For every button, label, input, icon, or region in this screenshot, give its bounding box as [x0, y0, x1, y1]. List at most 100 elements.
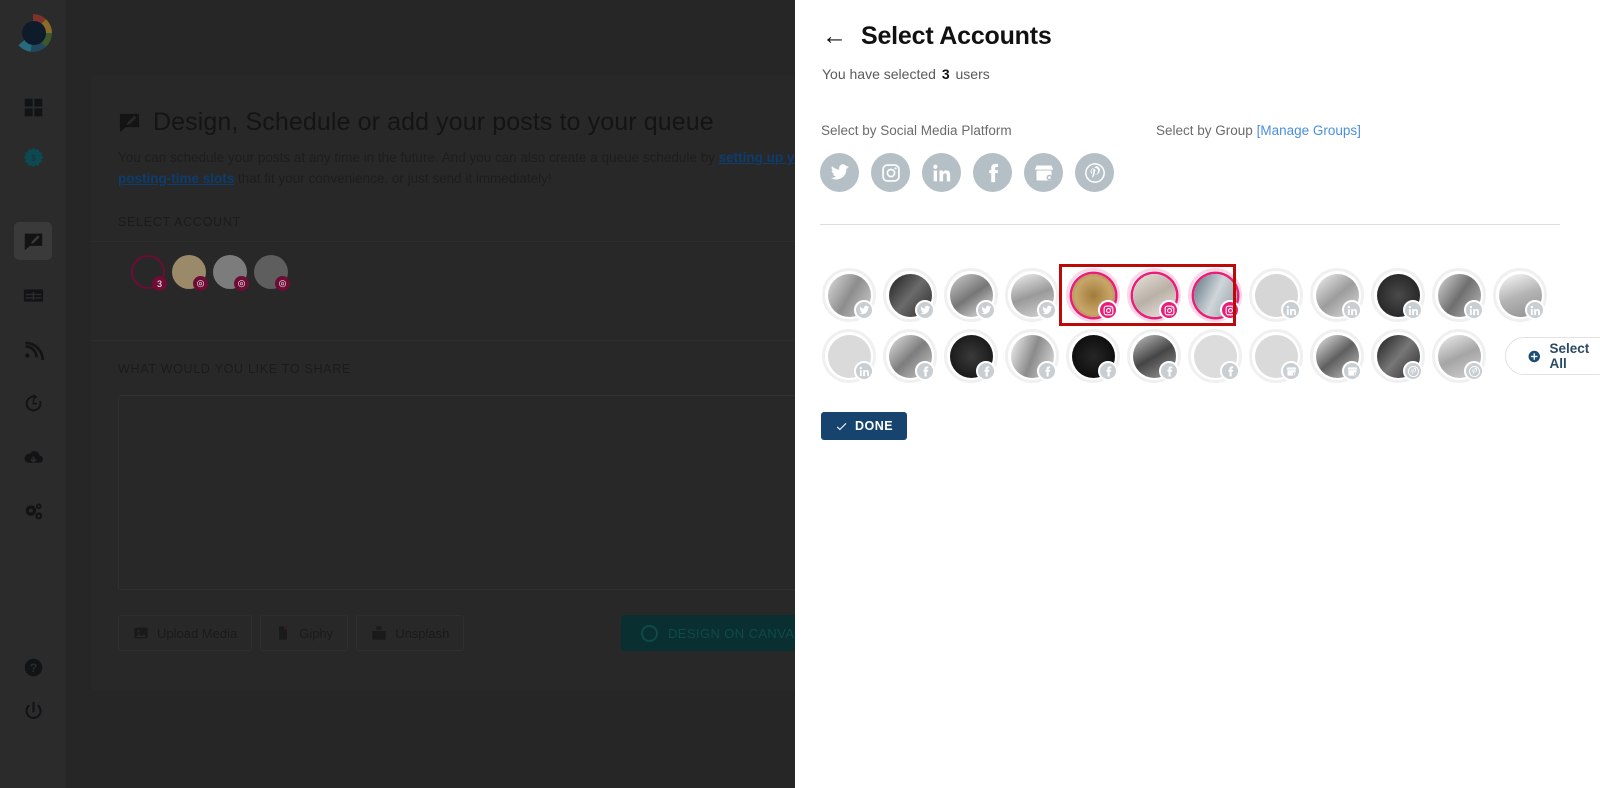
manage-groups-link[interactable]: [Manage Groups] [1257, 123, 1361, 138]
upload-media-button[interactable]: Upload Media [118, 615, 253, 651]
post-composer-textarea[interactable] [118, 395, 795, 590]
sidebar-item-calendar[interactable] [14, 276, 52, 314]
giphy-icon [279, 626, 288, 640]
canva-icon [641, 624, 658, 642]
card-subtitle: You can schedule your posts at any time … [118, 147, 795, 189]
account-avatar[interactable] [1371, 268, 1425, 322]
twitter-badge-icon [1037, 300, 1057, 320]
platform-filter-instagram[interactable] [871, 153, 910, 192]
platform-filter-pinterest[interactable] [1075, 153, 1114, 192]
history-icon [25, 393, 41, 411]
media-buttons-row: Upload Media Giphy Unsplash [118, 615, 465, 651]
sidebar-item-help[interactable]: ? [14, 648, 52, 686]
instagram-badge-icon: ◎ [234, 276, 249, 291]
compose-card: Design, Schedule or add your posts to yo… [91, 75, 795, 690]
sidebar-item-history[interactable] [14, 384, 52, 422]
account-avatar[interactable] [1127, 329, 1181, 383]
done-button[interactable]: DONE [821, 412, 908, 440]
sidebar-item-downloads[interactable] [14, 438, 52, 476]
linkedin-badge-icon [1525, 300, 1545, 320]
instagram-platform-chip[interactable]: 3 [131, 255, 167, 291]
account-avatar[interactable] [1188, 329, 1242, 383]
twitter-badge-icon [854, 300, 874, 320]
account-avatar[interactable] [1493, 268, 1547, 322]
account-avatar[interactable] [1432, 329, 1486, 383]
account-avatar[interactable] [1066, 329, 1120, 383]
platform-filter-facebook[interactable] [973, 153, 1012, 192]
platform-filter-google-my-business[interactable] [1024, 153, 1063, 192]
giphy-label: Giphy [299, 625, 334, 641]
instagram-badge-icon: ◎ [193, 276, 208, 291]
unsplash-label: Unsplash [395, 625, 450, 641]
unsplash-button[interactable]: Unsplash [356, 615, 465, 651]
sidebar-item-logout[interactable] [14, 692, 52, 730]
account-avatar[interactable] [822, 268, 876, 322]
account-avatar[interactable] [883, 268, 937, 322]
pinterest-icon [1084, 162, 1105, 183]
power-icon [24, 701, 42, 719]
selected-avatar[interactable]: ◎ [254, 255, 290, 291]
facebook-badge-icon [1220, 361, 1240, 381]
sidebar-item-billing[interactable]: $ [14, 138, 52, 176]
selected-count-badge: 3 [152, 276, 167, 291]
selection-suffix: users [955, 66, 990, 82]
account-avatar[interactable] [944, 329, 998, 383]
account-avatar-grid: Select All [822, 268, 1600, 390]
account-avatar[interactable] [883, 329, 937, 383]
linkedin-badge-icon [854, 361, 874, 381]
panel-header: ← Select Accounts [822, 22, 1052, 51]
account-avatar[interactable] [1310, 268, 1364, 322]
linkedin-badge-icon [1403, 300, 1423, 320]
giphy-button[interactable]: Giphy [260, 615, 349, 651]
selection-prefix: You have selected [822, 66, 936, 82]
linkedin-badge-icon [1342, 300, 1362, 320]
group-label-text: Select by Group [1156, 123, 1253, 138]
facebook-badge-icon [915, 361, 935, 381]
selected-avatar[interactable]: ◎ [213, 255, 249, 291]
account-avatar-selected[interactable] [1188, 268, 1242, 322]
selected-avatar[interactable]: ◎ [172, 255, 208, 291]
select-all-button[interactable]: Select All [1505, 337, 1600, 375]
account-avatar[interactable] [1005, 329, 1059, 383]
platform-filter-twitter[interactable] [820, 153, 859, 192]
selection-count: 3 [941, 66, 950, 82]
account-avatar[interactable] [1310, 329, 1364, 383]
logo-icon[interactable] [14, 14, 52, 52]
panel-title: Select Accounts [861, 22, 1052, 50]
account-avatar-selected[interactable] [1066, 268, 1120, 322]
platform-filter-linkedin[interactable] [922, 153, 961, 192]
sidebar-item-compose[interactable] [14, 222, 52, 260]
account-avatar[interactable] [1249, 268, 1303, 322]
subtitle-text-1: You can schedule your posts at any time … [118, 150, 719, 165]
calendar-icon [23, 288, 43, 302]
instagram-badge-icon [1159, 300, 1179, 320]
check-icon [836, 422, 847, 430]
done-label: DONE [855, 419, 894, 433]
account-avatar[interactable] [1371, 329, 1425, 383]
linkedin-badge-icon [1464, 300, 1484, 320]
platform-section-label: Select by Social Media Platform [821, 123, 1012, 138]
sidebar-item-feeds[interactable] [14, 330, 52, 368]
linkedin-icon [932, 164, 950, 181]
back-arrow-icon[interactable]: ← [822, 24, 847, 49]
sidebar-item-dashboard[interactable] [14, 88, 52, 126]
account-avatar[interactable] [944, 268, 998, 322]
google-my-business-badge-icon [1342, 361, 1362, 381]
subtitle-text-2: that fit your convenience. or just send … [234, 171, 552, 186]
plus-circle-icon [1528, 350, 1540, 362]
upload-media-label: Upload Media [157, 625, 238, 641]
linkedin-badge-icon [1281, 300, 1301, 320]
facebook-badge-icon [1098, 361, 1118, 381]
account-avatar[interactable] [1249, 329, 1303, 383]
account-avatar[interactable] [822, 329, 876, 383]
design-on-canva-button[interactable]: DESIGN ON CANVA [621, 615, 795, 651]
sidebar-item-settings[interactable] [14, 492, 52, 530]
account-avatar-selected[interactable] [1127, 268, 1181, 322]
rss-icon [24, 341, 44, 360]
account-avatar[interactable] [1005, 268, 1059, 322]
platform-filter-row [820, 153, 1114, 192]
facebook-badge-icon [976, 361, 996, 381]
avatar-row-1 [822, 268, 1600, 322]
app-main-area: Design, Schedule or add your posts to yo… [66, 0, 795, 788]
account-avatar[interactable] [1432, 268, 1486, 322]
